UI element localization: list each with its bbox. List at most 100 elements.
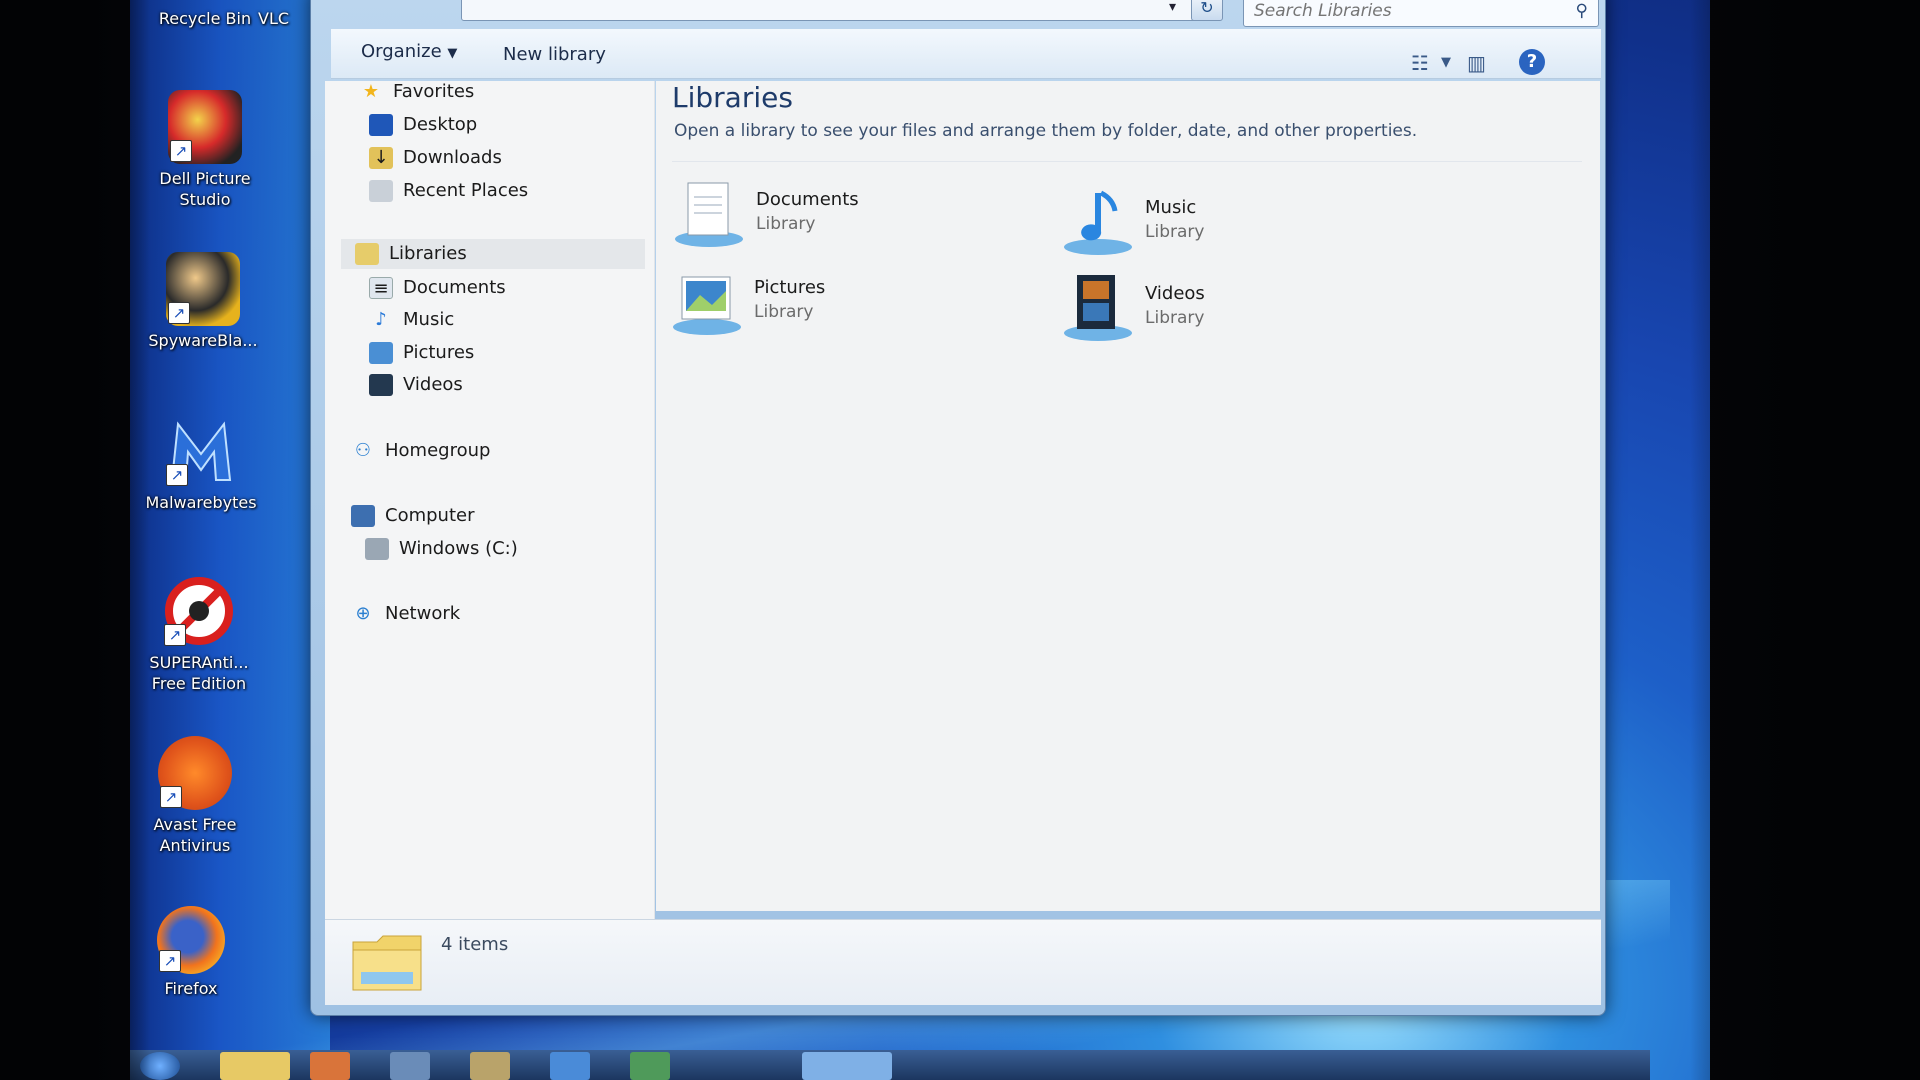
nav-windows-c[interactable]: Windows (C:) — [365, 538, 518, 568]
search-icon[interactable]: ⚲ — [1576, 1, 1588, 21]
search-input[interactable] — [1244, 0, 1554, 26]
spywareblaster-icon: ↗ — [166, 252, 240, 326]
preview-pane-icon[interactable]: ▥ — [1467, 51, 1486, 75]
desktop-icon-superantispyware[interactable]: ↗ SUPERAnti... Free Edition — [134, 574, 264, 694]
view-dropdown-icon[interactable]: ▼ — [1441, 55, 1451, 70]
nav-documents[interactable]: ≡ Documents — [369, 277, 506, 307]
library-name: Pictures — [754, 277, 826, 298]
command-bar: Organize ▼ New library ☷ ▼ ▥ ? — [331, 29, 1601, 79]
organize-button[interactable]: Organize ▼ — [361, 41, 457, 62]
computer-label: Computer — [385, 505, 475, 526]
taskbar-paint-icon[interactable] — [470, 1052, 510, 1080]
change-view-icon[interactable]: ☷ — [1411, 51, 1429, 75]
new-library-button[interactable]: New library — [503, 44, 606, 65]
chevron-down-icon: ▼ — [447, 46, 458, 61]
desktop-icon-dell-picture-studio[interactable]: ↗ Dell Picture Studio — [140, 90, 270, 210]
documents-icon: ≡ — [369, 277, 393, 299]
library-videos[interactable]: Videos Library — [1061, 271, 1361, 351]
videos-library-icon — [1064, 275, 1132, 341]
shortcut-arrow-icon: ↗ — [170, 140, 192, 162]
screen: Recycle Bin VLC ↗ Dell Picture Studio ↗ … — [0, 0, 1920, 1080]
documents-label: Documents — [403, 277, 506, 298]
nav-homegroup[interactable]: ⚇ Homegroup — [351, 440, 491, 470]
page-title: Libraries — [672, 81, 793, 114]
library-music[interactable]: Music Library — [1061, 185, 1361, 265]
nav-music[interactable]: ♪ Music — [369, 309, 454, 339]
recent-places-icon — [369, 180, 393, 202]
library-type: Library — [1145, 222, 1205, 242]
desktop-icon-malwarebytes[interactable]: ↗ Malwarebytes — [136, 414, 266, 513]
computer-icon — [351, 505, 375, 527]
help-icon[interactable]: ? — [1519, 49, 1545, 75]
firefox-label: Firefox — [164, 979, 218, 998]
pictures-icon — [369, 342, 393, 364]
music-library-icon — [1064, 190, 1132, 255]
recent-places-label: Recent Places — [403, 180, 529, 201]
shortcut-arrow-icon: ↗ — [159, 950, 181, 972]
search-box[interactable]: ⚲ — [1243, 0, 1599, 27]
refresh-button[interactable]: ↻ — [1191, 0, 1223, 21]
shortcut-arrow-icon: ↗ — [160, 786, 182, 808]
taskbar-app-icon[interactable] — [390, 1052, 430, 1080]
library-type: Library — [754, 302, 814, 322]
nav-network[interactable]: ⊕ Network — [351, 603, 460, 633]
shortcut-arrow-icon: ↗ — [166, 464, 188, 486]
taskbar-media-icon[interactable] — [310, 1052, 350, 1080]
nav-pictures[interactable]: Pictures — [369, 342, 474, 372]
recycle-bin-label: Recycle Bin — [158, 9, 252, 28]
malwarebytes-icon: ↗ — [164, 414, 238, 488]
shortcut-arrow-icon: ↗ — [164, 624, 186, 646]
nav-recent-places[interactable]: Recent Places — [369, 180, 528, 210]
library-pictures[interactable]: Pictures Library — [670, 265, 970, 345]
taskbar-explorer-icon[interactable] — [220, 1052, 290, 1080]
spywareblaster-label: SpywareBla... — [148, 331, 258, 350]
libraries-folder-large-icon — [352, 935, 422, 991]
address-dropdown-icon[interactable]: ▾ — [1169, 0, 1176, 15]
downloads-label: Downloads — [403, 147, 502, 168]
desktop-folder-icon — [369, 114, 393, 136]
taskbar-windows-icon[interactable] — [550, 1052, 590, 1080]
nav-favorites[interactable]: ★ Favorites — [359, 81, 474, 111]
libraries-folder-icon — [355, 243, 379, 265]
details-pane: 4 items — [325, 919, 1601, 1005]
videos-film-icon — [369, 374, 393, 396]
nav-videos[interactable]: Videos — [369, 374, 463, 404]
drive-icon — [365, 538, 389, 560]
nav-libraries[interactable]: Libraries — [341, 239, 645, 269]
explorer-window: ▾ ↻ ⚲ Organize ▼ New library ☷ ▼ ▥ ? ★ Fa… — [310, 0, 1606, 1016]
refresh-icon: ↻ — [1200, 0, 1214, 17]
network-label: Network — [385, 603, 461, 624]
superantispyware-label: SUPERAnti... Free Edition — [149, 653, 249, 693]
desktop-icon-recycle-bin[interactable]: Recycle Bin — [140, 8, 270, 29]
pictures-library-icon — [673, 276, 741, 335]
downloads-folder-icon: ↓ — [369, 147, 393, 169]
item-count: 4 items — [441, 934, 509, 955]
libraries-label: Libraries — [389, 243, 467, 264]
content-pane: Libraries Open a library to see your fil… — [656, 81, 1600, 911]
taskbar-excel-icon[interactable] — [630, 1052, 670, 1080]
dell-picture-studio-icon: ↗ — [168, 90, 242, 164]
superantispyware-icon: ↗ — [162, 574, 236, 648]
taskbar-active-window[interactable] — [802, 1052, 892, 1080]
desktop-icon-spywareblaster[interactable]: ↗ SpywareBla... — [138, 252, 268, 351]
music-label: Music — [403, 309, 455, 330]
videos-label: Videos — [403, 374, 463, 395]
music-note-icon: ♪ — [375, 309, 387, 330]
page-description: Open a library to see your files and arr… — [674, 121, 1418, 141]
shortcut-arrow-icon: ↗ — [168, 302, 190, 324]
address-bar[interactable] — [461, 0, 1221, 21]
avast-icon: ↗ — [158, 736, 232, 810]
nav-desktop[interactable]: Desktop — [369, 114, 477, 144]
malwarebytes-label: Malwarebytes — [145, 493, 257, 512]
documents-library-icon — [675, 182, 743, 247]
library-type: Library — [1145, 308, 1205, 328]
desktop-icon-vlc[interactable]: VLC — [258, 8, 318, 29]
nav-computer[interactable]: Computer — [351, 505, 474, 535]
nav-downloads[interactable]: ↓ Downloads — [369, 147, 502, 177]
library-type: Library — [756, 214, 816, 234]
new-library-label: New library — [503, 44, 606, 65]
library-documents[interactable]: Documents Library — [672, 177, 972, 257]
windows-c-label: Windows (C:) — [399, 538, 518, 559]
homegroup-icon: ⚇ — [354, 440, 372, 461]
homegroup-label: Homegroup — [385, 440, 491, 461]
